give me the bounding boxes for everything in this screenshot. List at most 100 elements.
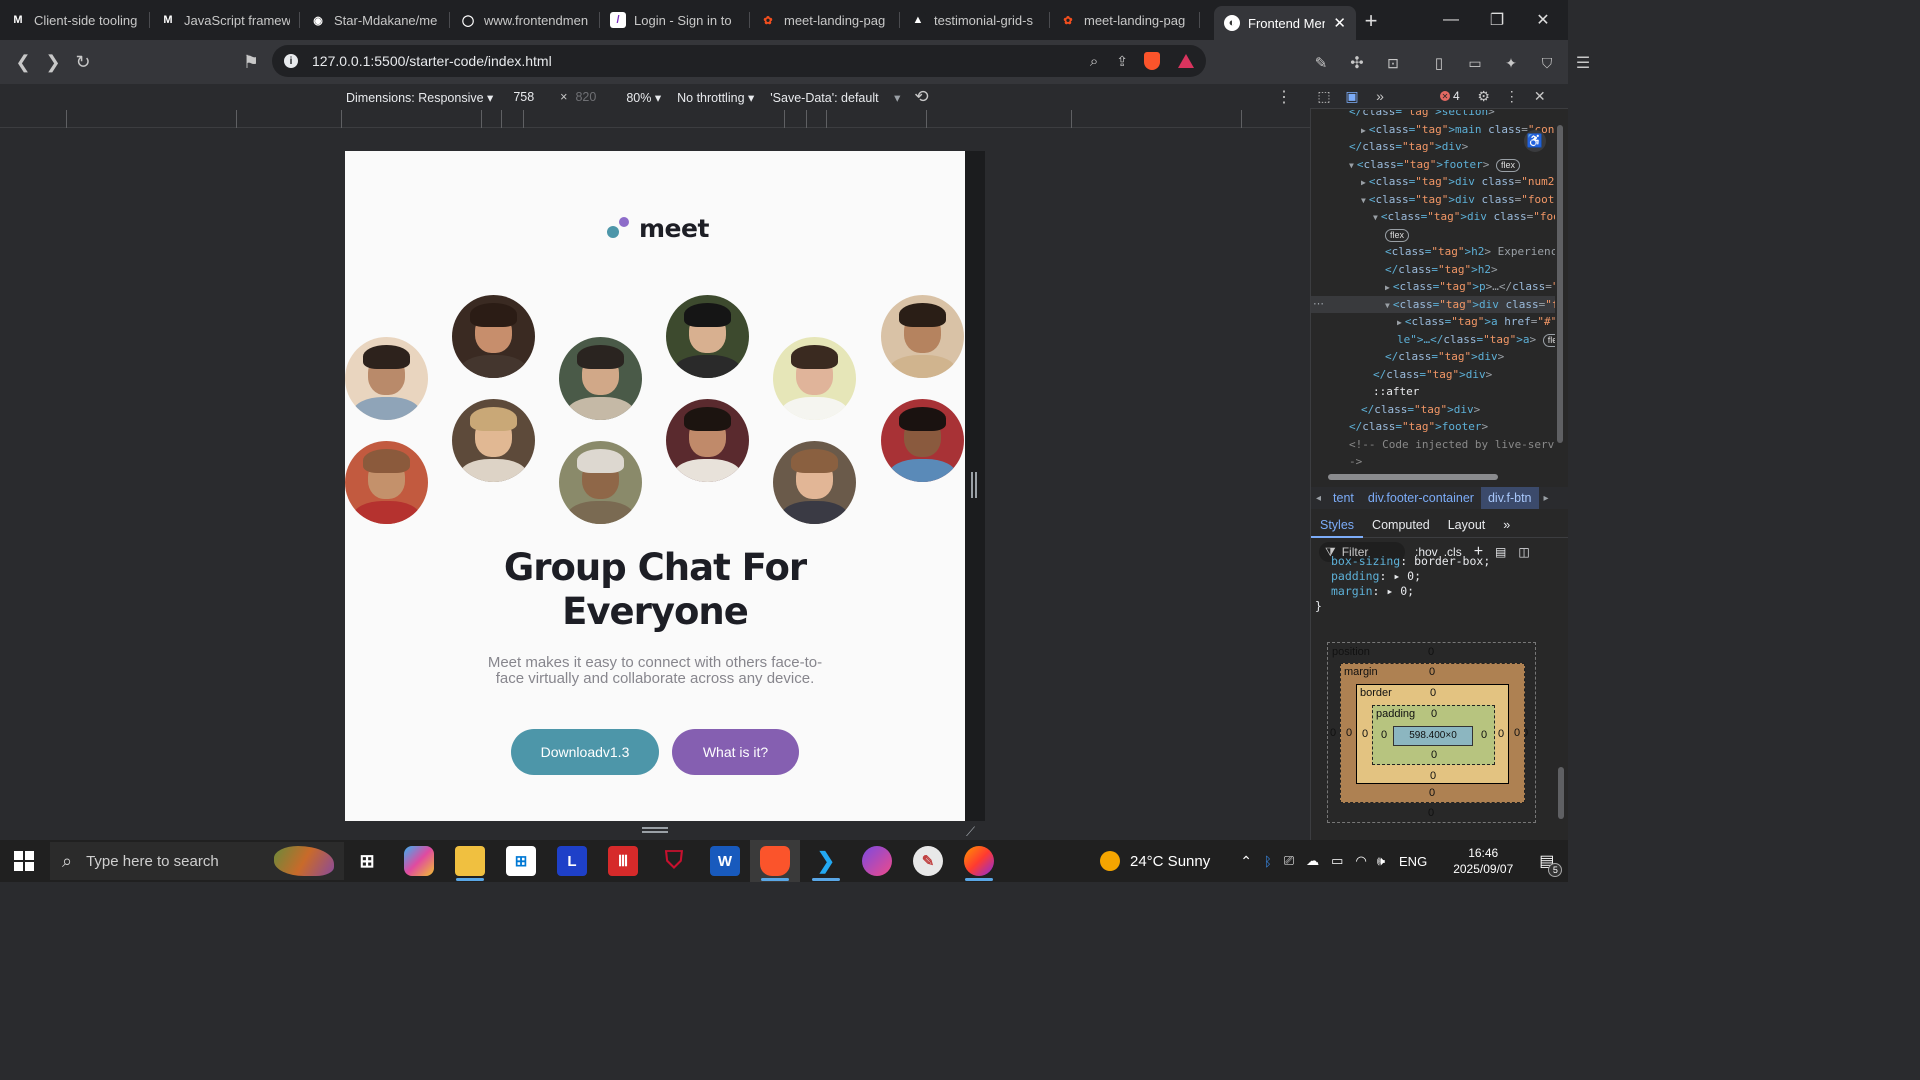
close-window-button[interactable]: ✕ xyxy=(1520,0,1566,40)
word-icon[interactable]: W xyxy=(710,846,740,876)
dom-node[interactable]: le">…</class="tag">a> flex xyxy=(1397,331,1555,348)
l-app-icon[interactable]: L xyxy=(557,846,587,876)
sidebar-icon[interactable]: ▯ xyxy=(1424,48,1454,78)
chevron-up-icon[interactable]: ⌃ xyxy=(1240,853,1252,870)
save-data-select[interactable]: 'Save-Data': default ▾ xyxy=(770,90,900,105)
back-icon[interactable]: ❮ xyxy=(8,47,38,77)
weather-text[interactable]: 24°C Sunny xyxy=(1130,853,1210,870)
box-position-left[interactable]: 0 xyxy=(1330,727,1336,739)
clock[interactable]: 16:46 2025/09/07 xyxy=(1453,845,1513,877)
zoom-select[interactable]: 80% ▾ xyxy=(626,90,661,105)
bluetooth-icon[interactable]: ᛒ xyxy=(1264,854,1272,869)
arc-app-icon[interactable] xyxy=(862,846,892,876)
more-tabs-icon[interactable]: » xyxy=(1366,84,1394,109)
settings-icon[interactable]: ⚙ xyxy=(1470,84,1498,109)
language-indicator[interactable]: ENG xyxy=(1399,854,1427,869)
dom-node[interactable]: </class="tag">div> xyxy=(1385,348,1504,365)
copilot-icon[interactable] xyxy=(404,846,434,876)
breadcrumb-item-selected[interactable]: div.f-btn xyxy=(1480,487,1539,509)
what-is-it-button[interactable]: What is it? xyxy=(672,729,799,775)
menu-icon[interactable]: ☰ xyxy=(1568,48,1598,78)
dom-node[interactable]: </class="tag">div> xyxy=(1349,138,1468,155)
dom-node[interactable]: <class="tag">h2> Experience more togethe… xyxy=(1385,243,1555,260)
forward-icon[interactable]: ❯ xyxy=(38,47,68,77)
dom-node[interactable]: </class="tag">h2> xyxy=(1385,261,1498,278)
inspect-icon[interactable]: ⬚ xyxy=(1310,84,1338,109)
tab-3[interactable]: ◉ Star-Mdakane/me xyxy=(300,0,450,40)
breadcrumb-item[interactable]: tent xyxy=(1326,487,1361,509)
css-declaration[interactable]: box-sizing: border-box; xyxy=(1311,554,1555,569)
dom-node[interactable]: </class="tag">div> xyxy=(1361,401,1480,418)
breadcrumb-left-icon[interactable]: ◂ xyxy=(1311,493,1326,504)
taskbar-search[interactable]: ⌕ Type here to search xyxy=(50,842,344,880)
close-devtools-icon[interactable]: ✕ xyxy=(1526,84,1554,109)
dom-node[interactable]: ▼<class="tag">div class="footer-content"… xyxy=(1361,191,1555,208)
brave-browser-icon[interactable] xyxy=(760,846,790,876)
dom-node[interactable]: ▼ <class="tag">footer> flex xyxy=(1349,156,1520,173)
device-icon[interactable]: ⎚ xyxy=(1284,853,1294,869)
leo-ai-icon[interactable]: ✦ xyxy=(1496,48,1526,78)
box-position-value[interactable]: 0 xyxy=(1428,646,1434,658)
wifi-icon[interactable]: ◠ xyxy=(1355,853,1366,869)
zoom-icon[interactable]: ⌕ xyxy=(1090,53,1098,70)
accessibility-icon[interactable]: ♿ xyxy=(1524,130,1546,152)
todo-app-icon[interactable]: Ⅲ xyxy=(608,846,638,876)
reload-icon[interactable]: ↻ xyxy=(68,47,98,77)
restore-button[interactable]: ❐ xyxy=(1474,0,1520,40)
tab-computed[interactable]: Computed xyxy=(1363,512,1439,538)
dom-node[interactable]: flex xyxy=(1385,226,1410,243)
dom-node[interactable]: ▼<class="tag">div class="footer-containe… xyxy=(1373,208,1555,225)
dom-node[interactable]: ▼<class="tag">div class="f-btn"> == $0 xyxy=(1311,295,1555,313)
box-content[interactable]: 598.400×0 xyxy=(1393,726,1473,746)
screenshot-icon[interactable]: ⊡ xyxy=(1378,48,1408,78)
tab-4[interactable]: ◯ www.frontendmen xyxy=(450,0,600,40)
store-icon[interactable]: ⊞ xyxy=(506,846,536,876)
task-view-icon[interactable]: ⊞ xyxy=(352,846,382,876)
device-toggle-icon[interactable]: ▣ xyxy=(1338,84,1366,109)
mcafee-icon[interactable]: ⛉ xyxy=(659,846,689,876)
dom-node[interactable]: </class="tag">footer> xyxy=(1349,418,1488,435)
dom-node[interactable]: ▶<class="tag">a href="#" class="btn" xyxy=(1397,313,1555,330)
elements-scrollbar[interactable] xyxy=(1556,113,1564,463)
more-options-icon[interactable]: ⋮ xyxy=(1276,87,1292,107)
throttling-select[interactable]: No throttling ▾ xyxy=(677,90,754,105)
extensions-icon[interactable]: ✣ xyxy=(1342,48,1372,78)
dom-node[interactable]: </class="tag">div> xyxy=(1373,366,1492,383)
notification-center-icon[interactable]: ▤ 5 xyxy=(1539,851,1563,877)
paint-app-icon[interactable]: ✎ xyxy=(913,846,943,876)
dom-node[interactable]: ▶<class="tag">div class="num2">…</class=… xyxy=(1361,173,1555,190)
css-declaration[interactable]: padding: ▸ 0; xyxy=(1311,569,1555,584)
tab-1[interactable]: M Client-side tooling xyxy=(0,0,150,40)
tab-5[interactable]: / Login - Sign in to xyxy=(600,0,750,40)
resize-corner-icon[interactable]: ⟋ xyxy=(966,824,975,840)
dom-node[interactable]: <!-- Code injected by live-server xyxy=(1349,436,1555,453)
node-actions-icon[interactable]: ⋯ xyxy=(1313,297,1324,310)
vpn-icon[interactable]: ⛉ xyxy=(1532,48,1562,78)
tab-7[interactable]: ▲ testimonial-grid-s xyxy=(900,0,1050,40)
box-position-bottom[interactable]: 0 xyxy=(1428,807,1434,819)
brave-rewards-icon[interactable] xyxy=(1178,54,1194,68)
info-icon[interactable]: i xyxy=(284,54,298,68)
height-input[interactable]: 820 xyxy=(575,90,596,104)
brave-shield-icon[interactable] xyxy=(1144,52,1160,70)
width-input[interactable]: 758 xyxy=(513,90,534,104)
rotate-icon[interactable]: ⟲ xyxy=(914,87,928,107)
tab-8[interactable]: ✿ meet-landing-pag xyxy=(1050,0,1200,40)
tab-2[interactable]: M JavaScript framew xyxy=(150,0,300,40)
volume-icon[interactable]: 🕪 xyxy=(1377,853,1385,869)
windows-start-icon[interactable] xyxy=(14,851,34,871)
dom-node[interactable]: </class="tag">section> xyxy=(1349,110,1495,120)
minimize-button[interactable]: — xyxy=(1428,0,1474,40)
tab-active[interactable]: ◐ Frontend Men ✕ xyxy=(1214,6,1356,40)
new-tab-button[interactable]: + xyxy=(1356,6,1386,36)
bookmark-icon[interactable]: ⚑ xyxy=(236,47,266,77)
styles-scrollbar[interactable] xyxy=(1557,545,1565,835)
weather-sun-icon[interactable] xyxy=(1100,851,1120,871)
download-button[interactable]: Downloadv1.3 xyxy=(511,729,659,775)
dimensions-select[interactable]: Dimensions: Responsive ▾ xyxy=(346,90,493,105)
more-style-tabs-icon[interactable]: » xyxy=(1494,512,1519,538)
elements-tree[interactable]: </class="tag">section> ▶ <class="tag">main… xyxy=(1311,110,1555,470)
swap-dimensions-icon[interactable]: × xyxy=(560,90,567,104)
devtools-menu-icon[interactable]: ⋮ xyxy=(1498,84,1526,109)
pen-icon[interactable]: ✎ xyxy=(1306,48,1336,78)
